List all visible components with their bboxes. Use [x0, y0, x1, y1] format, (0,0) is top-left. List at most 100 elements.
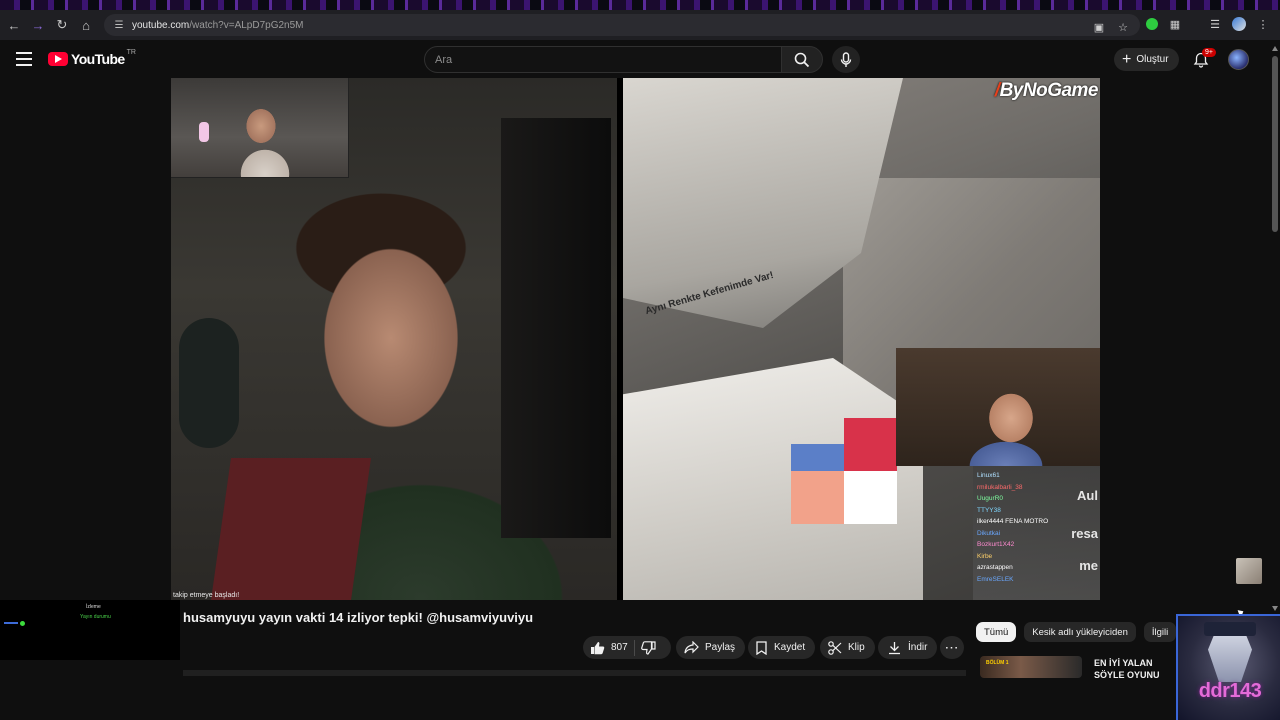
- chat-message: Linux61: [977, 472, 1000, 479]
- url-host: youtube.com: [132, 19, 190, 31]
- logo-tile: [844, 471, 897, 524]
- more-actions-button[interactable]: ⋯: [940, 636, 964, 659]
- mascot-cap-shape: [1204, 622, 1256, 636]
- notification-badge: 9+: [1202, 48, 1216, 57]
- scroll-down-arrow-icon[interactable]: [1272, 606, 1278, 611]
- logo-tile: [844, 418, 897, 471]
- search-placeholder: Ara: [435, 53, 453, 66]
- chat-message: Kirbe: [977, 552, 993, 560]
- search-button[interactable]: [781, 46, 823, 73]
- chip-from-uploader[interactable]: Kesik adlı yükleyiciden: [1024, 622, 1136, 642]
- video-title: husamyuyu yayın vakti 14 izliyor tepki! …: [183, 610, 534, 625]
- plus-icon: +: [1122, 50, 1132, 68]
- browser-toolbar: ← → ↻ ⌂ ☰ youtube.com/watch?v=ALpD7pG2n5…: [0, 10, 1280, 40]
- left-mini-overlay: İzleme Yayın durumu: [0, 600, 180, 660]
- channel-watermark: ddr143: [1176, 614, 1280, 720]
- related-filter-chips: Tümü Kesik adlı yükleyiciden İlgili: [976, 622, 1177, 642]
- account-avatar[interactable]: [1228, 49, 1249, 70]
- thumbs-up-icon: [591, 641, 605, 654]
- forward-icon[interactable]: →: [26, 13, 50, 37]
- clip-button[interactable]: Klip: [820, 636, 875, 659]
- create-label: Oluştur: [1136, 54, 1169, 65]
- chat-message: Dikutkai: [977, 529, 1001, 537]
- extensions-puzzle-icon[interactable]: ▦: [1166, 15, 1184, 33]
- back-icon[interactable]: ←: [2, 13, 26, 37]
- reactor-webcam-feed: takip etmeye başladı!: [171, 78, 617, 600]
- like-dislike-group: 807: [583, 636, 671, 659]
- headphone-shape: [179, 318, 239, 448]
- thumbnail-label: BÖLÜM 1: [986, 660, 1009, 666]
- chat-large-text: Aul: [1077, 488, 1098, 503]
- download-button[interactable]: İndir: [878, 636, 938, 659]
- mascot-mask-shape: [1208, 628, 1252, 682]
- bookmark-star-icon[interactable]: ☆: [1114, 18, 1132, 36]
- download-label: İndir: [908, 642, 928, 653]
- save-label: Kaydet: [774, 642, 806, 653]
- scroll-thumb[interactable]: [1272, 56, 1278, 232]
- follow-alert-text: takip etmeye başladı!: [173, 592, 240, 599]
- share-button[interactable]: Paylaş: [676, 636, 746, 659]
- country-code: TR: [126, 48, 136, 56]
- recommended-video[interactable]: BÖLÜM 1 EN İYİ YALAN SÖYLE OYUNU KAZANIR…: [976, 654, 1176, 680]
- chat-message: UugurR0: [977, 495, 1004, 502]
- status-dot: [20, 621, 25, 626]
- mini-webcam-inset: [171, 78, 349, 178]
- description-box-edge: [183, 670, 966, 676]
- recommended-thumbnail[interactable]: BÖLÜM 1: [980, 656, 1082, 678]
- profile-avatar-icon[interactable]: [1232, 17, 1246, 31]
- chip-all[interactable]: Tümü: [976, 622, 1017, 642]
- video-player[interactable]: takip etmeye başladı! Aynı Renkte Kefeni…: [171, 78, 1100, 600]
- search-icon: [794, 52, 810, 67]
- floating-emote-thumbnail: [1236, 558, 1262, 584]
- stream-chat-overlay: Linux61 rmilukalbarli_38 UugurR0 TTYY38 ilke…: [973, 466, 1100, 600]
- download-icon: [889, 641, 900, 654]
- chat-message: TTYY38: [977, 506, 1001, 514]
- shirt-shape: [211, 458, 371, 600]
- microphone-icon: [840, 51, 852, 67]
- microphone-shape: [199, 122, 209, 142]
- share-label: Paylaş: [705, 642, 736, 653]
- page-scrollbar[interactable]: [1270, 40, 1280, 620]
- youtube-logo[interactable]: YouTube TR: [48, 48, 136, 67]
- stream-content-feed: Aynı Renkte Kefenimde Var! /ByNoGame Lin…: [623, 78, 1100, 600]
- mini-label: İzleme: [86, 604, 101, 610]
- youtube-logo-text: YouTube: [71, 51, 125, 67]
- chip-related[interactable]: İlgili: [1143, 622, 1177, 642]
- brand-label-text: ByNoGame: [999, 80, 1099, 101]
- create-button[interactable]: + Oluştur: [1114, 48, 1179, 71]
- media-controls-icon[interactable]: ☰: [1206, 15, 1224, 33]
- youtube-masthead: YouTube TR Ara + Oluştur 9+: [0, 40, 1280, 78]
- install-app-icon[interactable]: ▣: [1090, 18, 1108, 36]
- thumbs-down-icon: [640, 640, 656, 655]
- like-button[interactable]: [590, 641, 605, 655]
- clip-label: Klip: [848, 642, 865, 653]
- colored-tile-logo: [791, 418, 897, 524]
- guide-menu-icon[interactable]: [14, 50, 34, 68]
- chat-message: azrastappen: [977, 564, 1013, 571]
- browser-menu-icon[interactable]: ⋮: [1254, 15, 1272, 33]
- chat-message: EmreSELEK: [977, 575, 1014, 583]
- site-info-icon[interactable]: ☰: [112, 18, 126, 32]
- more-horizontal-icon: ⋯: [944, 639, 960, 655]
- dislike-button[interactable]: [640, 640, 656, 655]
- chat-large-text: me: [1079, 558, 1098, 573]
- reload-icon[interactable]: ↻: [50, 13, 74, 37]
- recommended-title[interactable]: EN İYİ YALAN SÖYLE OYUNU KAZANIRLI SE: [1094, 657, 1184, 681]
- scroll-up-arrow-icon[interactable]: [1272, 46, 1278, 51]
- extension-green-icon[interactable]: [1146, 18, 1158, 30]
- chat-message: ilker4444 FENA MOTRO: [977, 518, 1049, 525]
- like-count: 807: [611, 642, 628, 653]
- home-icon[interactable]: ⌂: [74, 13, 98, 37]
- scissors-icon: [828, 640, 842, 655]
- chat-message: Bozkurt1X42: [977, 541, 1015, 548]
- url-path: /watch?v=ALpD7pG2n5M: [189, 19, 304, 31]
- voice-search-button[interactable]: [832, 46, 860, 73]
- logo-tile: [791, 471, 844, 524]
- chat-large-text: resa: [1071, 526, 1098, 541]
- save-button[interactable]: Kaydet: [748, 636, 816, 659]
- search-input[interactable]: Ara: [424, 46, 782, 73]
- share-icon: [684, 641, 699, 654]
- address-bar[interactable]: ☰ youtube.com/watch?v=ALpD7pG2n5M ▣ ☆: [104, 14, 1140, 36]
- mini-status: Yayın durumu: [80, 614, 111, 620]
- watermark-name: ddr143: [1198, 680, 1262, 702]
